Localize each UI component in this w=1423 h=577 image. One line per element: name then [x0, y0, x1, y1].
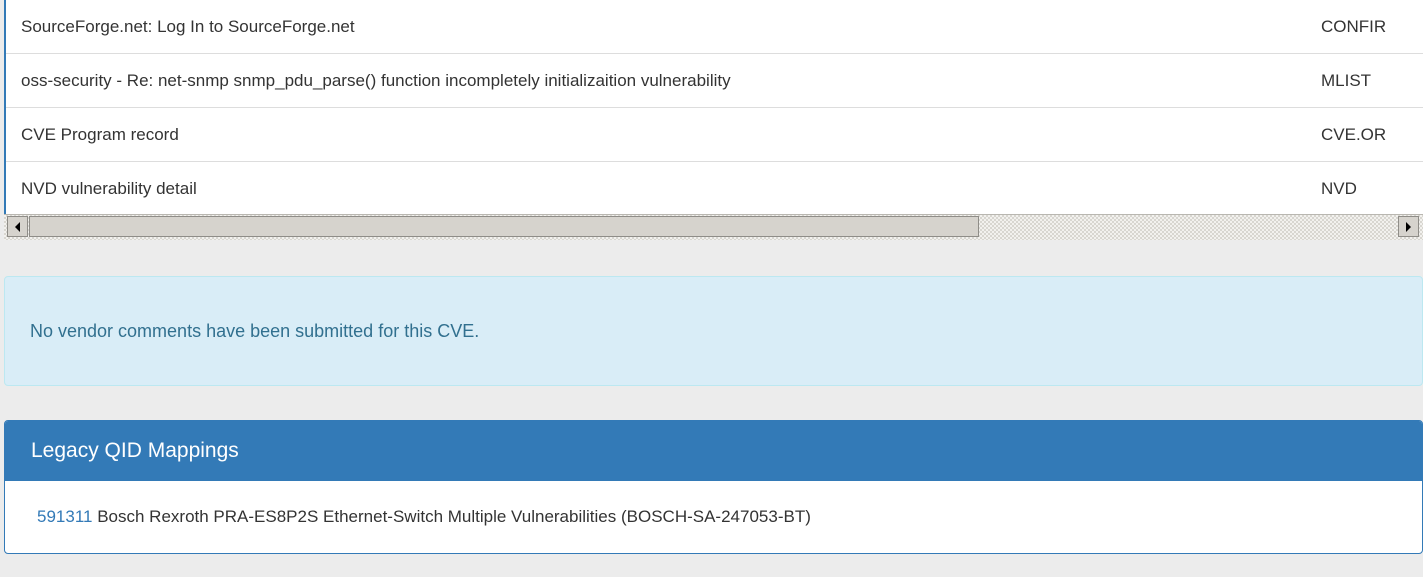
- vendor-comments-alert: No vendor comments have been submitted f…: [4, 276, 1423, 386]
- panel-body: 591311 Bosch Rexroth PRA-ES8P2S Ethernet…: [5, 481, 1422, 553]
- table-row: CVE Program record CVE.OR: [6, 108, 1423, 162]
- table-row: NVD vulnerability detail NVD: [6, 162, 1423, 216]
- scroll-left-button[interactable]: [7, 216, 28, 237]
- reference-source: CONFIR: [1321, 17, 1387, 36]
- reference-source: NVD: [1321, 179, 1357, 198]
- arrow-right-icon: [1406, 221, 1411, 232]
- scroll-right-button[interactable]: [1398, 216, 1419, 237]
- references-table: SourceForge.net: Log In to SourceForge.n…: [4, 0, 1423, 240]
- panel-title: Legacy QID Mappings: [31, 439, 239, 462]
- panel-heading: Legacy QID Mappings: [5, 421, 1422, 481]
- qid-link[interactable]: 591311: [37, 507, 92, 526]
- reference-source: MLIST: [1321, 71, 1372, 90]
- horizontal-scrollbar[interactable]: [4, 214, 1423, 240]
- reference-title[interactable]: CVE Program record: [21, 108, 179, 162]
- scrollbar-thumb[interactable]: [29, 216, 979, 237]
- table-row: oss-security - Re: net-snmp snmp_pdu_par…: [6, 54, 1423, 108]
- table-row: SourceForge.net: Log In to SourceForge.n…: [6, 0, 1423, 54]
- vendor-comments-message: No vendor comments have been submitted f…: [30, 321, 480, 341]
- arrow-left-icon: [15, 221, 20, 232]
- qid-description: Bosch Rexroth PRA-ES8P2S Ethernet-Switch…: [97, 507, 811, 526]
- reference-title[interactable]: NVD vulnerability detail: [21, 162, 197, 216]
- reference-title[interactable]: oss-security - Re: net-snmp snmp_pdu_par…: [21, 54, 731, 108]
- legacy-qid-panel: Legacy QID Mappings 591311 Bosch Rexroth…: [4, 420, 1423, 554]
- list-item: 591311 Bosch Rexroth PRA-ES8P2S Ethernet…: [37, 481, 811, 553]
- reference-title[interactable]: SourceForge.net: Log In to SourceForge.n…: [21, 0, 355, 54]
- reference-source: CVE.OR: [1321, 125, 1387, 144]
